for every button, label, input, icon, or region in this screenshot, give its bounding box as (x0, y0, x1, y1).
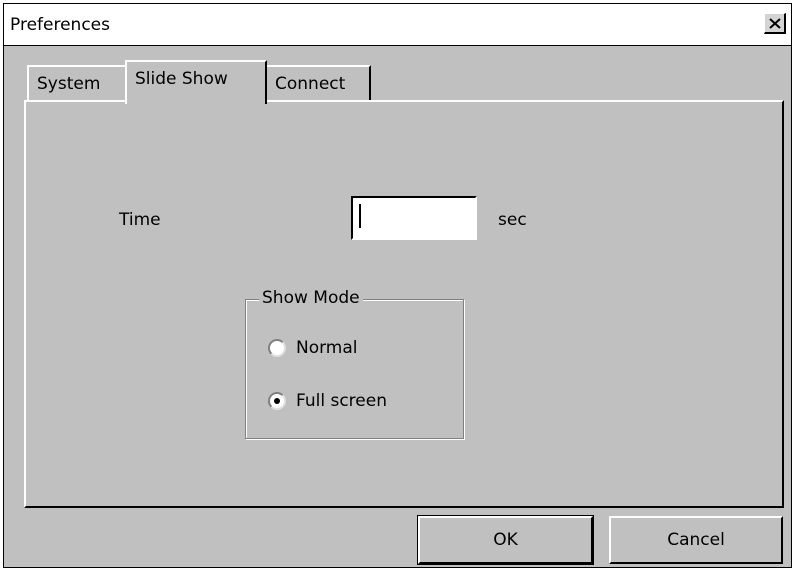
radio-normal-label: Normal (296, 338, 358, 358)
show-mode-group: Show Mode Normal Full screen (245, 288, 464, 439)
tab-system[interactable]: System (27, 65, 127, 102)
window-title: Preferences (10, 15, 110, 35)
preferences-dialog: Preferences System Slide Show Connect Ti… (3, 3, 792, 568)
text-caret (359, 204, 361, 228)
tab-system-label: System (37, 74, 101, 94)
radio-selected-dot (274, 398, 280, 404)
radio-full-screen[interactable]: Full screen (268, 391, 387, 411)
tab-slide-show-label: Slide Show (135, 69, 228, 89)
radio-full-screen-label: Full screen (296, 391, 387, 411)
tab-connect-label: Connect (275, 74, 346, 94)
title-bar: Preferences (4, 4, 791, 46)
time-label: Time (119, 210, 161, 230)
close-icon (768, 17, 781, 29)
time-input[interactable] (351, 196, 477, 240)
radio-normal-circle[interactable] (268, 339, 286, 357)
tab-connect[interactable]: Connect (265, 65, 371, 102)
cancel-button[interactable]: Cancel (609, 516, 783, 564)
sec-unit-label: sec (498, 210, 527, 230)
slide-show-panel: Time sec Show Mode Normal Full screen (24, 100, 784, 508)
show-mode-legend: Show Mode (259, 288, 363, 308)
radio-normal[interactable]: Normal (268, 338, 358, 358)
ok-button[interactable]: OK (417, 515, 594, 565)
radio-full-screen-circle[interactable] (268, 392, 286, 410)
close-button[interactable] (764, 13, 786, 34)
tab-slide-show[interactable]: Slide Show (125, 60, 267, 104)
